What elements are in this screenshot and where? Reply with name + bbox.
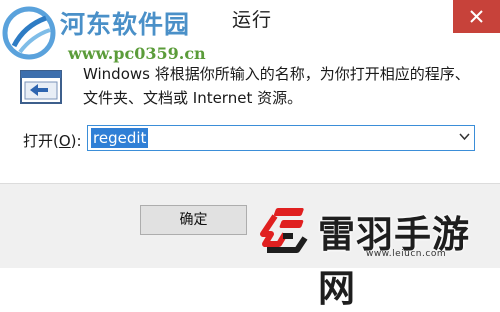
run-program-icon xyxy=(20,70,62,104)
watermark-logo-icon xyxy=(2,6,56,60)
run-dialog: 运行 河东软件园 www.pc0359.cn Windows 将根据你所输入的名… xyxy=(0,0,500,310)
chevron-down-icon[interactable] xyxy=(459,133,470,141)
dialog-description: Windows 将根据你所输入的名称，为你打开相应的程序、文件夹、文档或 Int… xyxy=(83,65,470,107)
open-input-value[interactable]: regedit xyxy=(91,128,149,148)
watermark-site-name: 河东软件园 xyxy=(60,10,191,39)
open-label: 打开(O): xyxy=(23,132,82,150)
watermark-site-url: www.pc0359.cn xyxy=(68,44,206,63)
watermark-brand-logo-icon xyxy=(260,208,308,253)
open-combobox[interactable]: regedit xyxy=(87,125,475,151)
window-title: 运行 xyxy=(232,9,273,31)
watermark-brand-url: www.leiucn.com xyxy=(366,249,447,259)
close-button[interactable] xyxy=(453,0,500,33)
close-icon xyxy=(470,10,483,23)
ok-button[interactable]: 确定 xyxy=(140,205,247,235)
